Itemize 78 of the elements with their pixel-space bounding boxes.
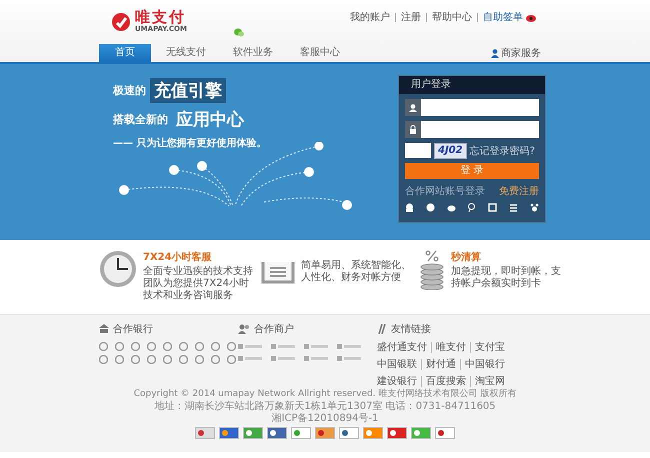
weibo-icon bbox=[526, 12, 537, 22]
header-link[interactable]: 帮助中心 bbox=[432, 10, 472, 24]
trust-badge-icon bbox=[291, 427, 311, 439]
merchant-service-link[interactable]: 商家服务 bbox=[491, 46, 541, 60]
banner-headline: 充值引擎 bbox=[150, 78, 226, 103]
nav-tab[interactable]: 软件业务 bbox=[221, 44, 285, 62]
section-title: 合作商户 bbox=[254, 322, 294, 336]
trust-badge-icon bbox=[195, 427, 215, 439]
merchant-logo-icon bbox=[304, 342, 330, 350]
slashes-icon bbox=[377, 324, 388, 334]
feature-description: 加急提现，即时到帐，支持帐户余额实时到卡 bbox=[451, 266, 562, 290]
header-link[interactable]: 自助签单 bbox=[483, 10, 523, 24]
trust-badge-icon bbox=[363, 427, 383, 439]
header-link[interactable]: 注册 bbox=[401, 10, 421, 24]
people-icon bbox=[238, 324, 250, 334]
banner-text: 极速的 bbox=[113, 83, 146, 98]
login-title: 用户登录 bbox=[399, 76, 545, 94]
username-field[interactable] bbox=[421, 99, 539, 116]
icp-number: 湘ICP备12010894号-1 bbox=[272, 413, 378, 424]
wechat-icon bbox=[234, 28, 244, 37]
section-title: 合作银行 bbox=[113, 323, 153, 336]
banner-tagline: —— 只为让您拥有更好使用体验。 bbox=[113, 136, 266, 150]
captcha-image: 4J02 bbox=[434, 142, 467, 158]
partner-login-link[interactable]: 合作网站账号登录 bbox=[405, 184, 485, 198]
social-login-icon bbox=[488, 203, 498, 212]
friend-link[interactable]: 中国银联 bbox=[377, 359, 422, 370]
social-login-icon bbox=[405, 203, 414, 212]
feature-description: 简单易用、系统智能化、人性化、财务对帐方便 bbox=[301, 260, 412, 284]
banner-text: 搭载全新的 bbox=[113, 112, 168, 127]
nav-tab[interactable]: 无线支付 bbox=[154, 44, 218, 62]
trust-badge-icon bbox=[315, 427, 335, 439]
clock-icon bbox=[99, 250, 137, 288]
captcha-field[interactable] bbox=[405, 143, 431, 158]
friend-link[interactable]: 支付宝 bbox=[470, 342, 510, 353]
merchant-logo-icon bbox=[271, 354, 298, 362]
address-text: 地址：湖南长沙车站北路万象新天1栋1单元1307室 电话：0731-84711605 bbox=[154, 401, 496, 412]
logo-text: 唯支付 bbox=[135, 10, 186, 25]
user-icon bbox=[491, 48, 499, 58]
bank-icon bbox=[99, 324, 109, 334]
lock-icon bbox=[409, 125, 417, 134]
feature-title: 7X24小时客服 bbox=[143, 250, 213, 264]
forgot-password-link[interactable]: 忘记登录密码? bbox=[470, 144, 535, 158]
logo-icon bbox=[111, 12, 131, 32]
social-login-icon bbox=[530, 203, 539, 212]
password-field[interactable] bbox=[421, 121, 539, 138]
social-login-icon bbox=[446, 203, 456, 212]
feature-description: 全面专业迅疾的技术支持团队为您提供7X24小时技术和业务咨询服务 bbox=[143, 266, 254, 302]
friend-link[interactable]: 财付通 bbox=[421, 359, 460, 370]
banner-headline: 应用中心 bbox=[174, 109, 246, 132]
coin-stack-icon bbox=[419, 250, 445, 290]
friend-link[interactable]: 建设银行 bbox=[377, 376, 422, 387]
feature-title: 秒清算 bbox=[451, 250, 482, 264]
friend-link[interactable]: 中国银行 bbox=[460, 359, 510, 370]
copyright-text: Copyright © 2014 umapay Network Allright reserved. 唯支付网络技术有限公司 版权所有 bbox=[134, 389, 516, 400]
trust-badge-icon bbox=[339, 427, 359, 439]
trust-badge-icon bbox=[435, 427, 455, 439]
register-link[interactable]: 免费注册 bbox=[499, 184, 539, 198]
merchant-logo-icon bbox=[238, 342, 264, 350]
nav-tab[interactable]: 首页 bbox=[99, 44, 151, 62]
merchant-logo-icon bbox=[337, 354, 364, 362]
merchant-logo-icon bbox=[304, 354, 330, 362]
social-login-icon bbox=[426, 203, 435, 212]
trust-badge-icon bbox=[267, 427, 287, 439]
user-icon bbox=[409, 104, 417, 112]
merchant-logo-icon bbox=[271, 342, 298, 350]
nav-tab[interactable]: 客服中心 bbox=[288, 44, 352, 62]
section-title: 友情链接 bbox=[391, 322, 432, 336]
friend-link[interactable]: 唯支付 bbox=[431, 342, 470, 353]
header-link[interactable]: 我的账户 bbox=[350, 10, 390, 24]
social-login-icon bbox=[509, 203, 518, 212]
trust-badge-icon bbox=[387, 427, 407, 439]
trust-badge-icon bbox=[411, 427, 431, 439]
merchant-logo-icon bbox=[337, 342, 364, 350]
trust-badge-icon bbox=[243, 427, 263, 439]
trust-badge-icon bbox=[219, 427, 239, 439]
friend-link[interactable]: 盛付通支付 bbox=[377, 342, 432, 353]
social-login-icon bbox=[467, 203, 476, 212]
merchant-logo-icon bbox=[238, 354, 264, 362]
